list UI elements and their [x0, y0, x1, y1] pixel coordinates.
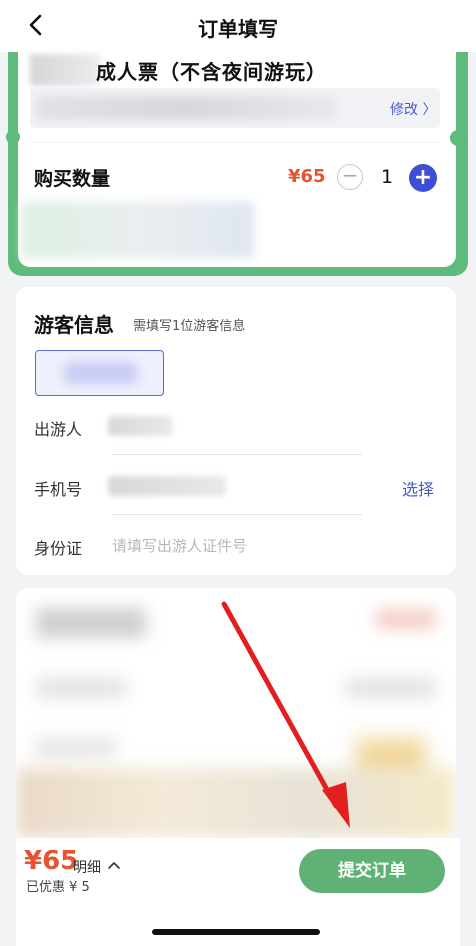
traveler-label: 出游人 [34, 420, 83, 439]
divider [30, 142, 440, 143]
price-detail-toggle[interactable]: 明细 [73, 857, 101, 877]
red-arrow-annotation [221, 601, 350, 828]
blurred-ticket-prefix [30, 54, 100, 86]
ticket-notch-right [450, 130, 466, 146]
field-divider [112, 454, 362, 455]
chevron-up-icon[interactable] [107, 860, 121, 870]
select-contact-button[interactable]: 选择 [402, 476, 434, 500]
blurred-visitor-name [64, 362, 138, 384]
ticket-name: 成人票（不含夜间游玩） [96, 60, 327, 84]
traveler-name-field[interactable] [108, 416, 172, 436]
modify-link[interactable]: 修改 〉 [390, 99, 436, 119]
field-divider [112, 514, 362, 515]
ticket-notch-left [6, 130, 20, 144]
increase-quantity-button[interactable]: + [409, 164, 437, 192]
page-title: 订单填写 [198, 17, 278, 41]
home-indicator [152, 929, 320, 935]
id-label: 身份证 [34, 539, 83, 558]
quantity-value: 1 [381, 166, 394, 188]
quantity-label: 购买数量 [34, 168, 111, 190]
unit-price: ¥65 [288, 166, 326, 187]
decrease-quantity-button[interactable]: − [337, 164, 363, 190]
visitor-info-hint: 需填写1位游客信息 [133, 319, 246, 334]
visitor-info-title: 游客信息 [34, 313, 114, 337]
total-price: ¥65 [24, 846, 79, 876]
id-number-input[interactable]: 请填写出游人证件号 [112, 535, 247, 556]
phone-label: 手机号 [34, 480, 83, 499]
submit-order-button[interactable]: 提交订单 [299, 849, 445, 893]
blurred-ticket-details [36, 96, 336, 120]
phone-field[interactable] [108, 476, 226, 496]
top-nav-bar: 订单填写 [0, 0, 476, 52]
discount-text: 已优惠 ¥ 5 [26, 880, 90, 895]
blurred-ticket-note [22, 202, 254, 258]
